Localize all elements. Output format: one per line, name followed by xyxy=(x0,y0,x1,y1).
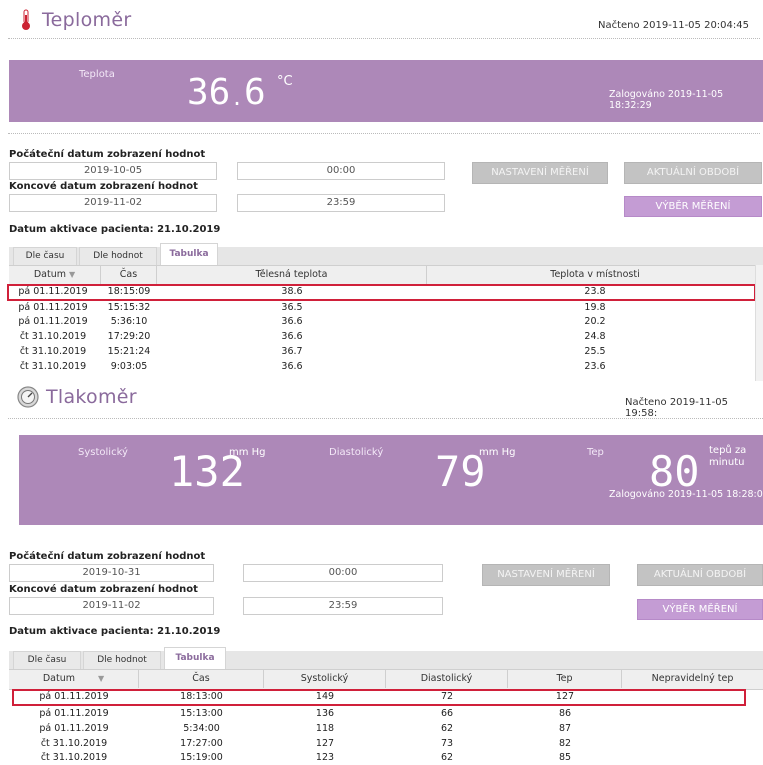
temperature-widget: Teplota 36 . 6 °C Zalogováno 2019-11-05 … xyxy=(9,60,763,122)
column-header-body-temp[interactable]: Tělesná teplota xyxy=(157,266,427,284)
row-highlight xyxy=(7,284,756,301)
end-date-label: Koncové datum zobrazení hodnot xyxy=(9,181,198,192)
thermometer-icon xyxy=(20,9,32,31)
table-row[interactable]: čt 31.10.2019 17:27:00 127 73 82 xyxy=(9,738,763,752)
end-time-field[interactable]: 23:59 xyxy=(237,194,445,212)
start-date-label: Počáteční datum zobrazení hodnot xyxy=(9,551,206,562)
table-row[interactable]: pá 01.11.2019 15:13:00 136 66 86 xyxy=(9,708,763,722)
diastolic-label: Diastolický xyxy=(329,447,384,458)
column-header-time[interactable]: Čas xyxy=(139,670,264,688)
blood-pressure-widget: Systolický 132 mm Hg Diastolický 79 mm H… xyxy=(19,435,763,525)
end-date-field[interactable]: 2019-11-02 xyxy=(9,194,217,212)
current-period-button[interactable]: AKTUÁLNÍ OBDOBÍ xyxy=(624,162,762,184)
logged-timestamp: Zalogováno 2019-11-05 18:28:0 xyxy=(609,489,763,500)
table-row[interactable]: čt 31.10.2019 15:19:00 123 62 85 xyxy=(9,752,763,765)
sort-icon: ▼ xyxy=(98,674,105,683)
divider xyxy=(8,38,760,39)
loaded-timestamp: Načteno 2019-11-05 19:58: xyxy=(625,397,728,419)
current-period-button[interactable]: AKTUÁLNÍ OBDOBÍ xyxy=(637,564,763,586)
column-header-pulse[interactable]: Tep xyxy=(508,670,622,688)
end-date-label: Koncové datum zobrazení hodnot xyxy=(9,584,198,595)
gauge-icon xyxy=(17,386,39,408)
table-row[interactable]: čt 31.10.2019 15:21:24 36.7 25.5 xyxy=(9,346,763,361)
table-row[interactable]: čt 31.10.2019 9:03:05 36.6 23.6 xyxy=(9,361,763,376)
loaded-timestamp: Načteno 2019-11-05 20:04:45 xyxy=(597,20,749,31)
tab-table[interactable]: Tabulka xyxy=(160,243,218,265)
activation-date: Datum aktivace pacienta: 21.10.2019 xyxy=(9,626,221,637)
decimal-point: . xyxy=(231,86,244,110)
column-header-date[interactable]: Datum ▼ xyxy=(9,266,101,284)
start-time-field[interactable]: 00:00 xyxy=(243,564,443,582)
temperature-unit: °C xyxy=(277,74,293,89)
column-header-irregular-pulse[interactable]: Nepravidelný tep xyxy=(622,670,763,688)
widget-label: Teplota xyxy=(79,69,115,80)
measurement-settings-button[interactable]: NASTAVENÍ MĚŘENÍ xyxy=(482,564,610,586)
column-header-room-temp[interactable]: Teplota v místnosti xyxy=(427,266,763,284)
tab-by-value[interactable]: Dle hodnot xyxy=(79,247,157,265)
table-row[interactable]: pá 01.11.2019 5:36:10 36.6 20.2 xyxy=(9,316,763,331)
scrollbar[interactable] xyxy=(755,265,763,381)
activation-date: Datum aktivace pacienta: 21.10.2019 xyxy=(9,224,221,235)
end-date-field[interactable]: 2019-11-02 xyxy=(9,597,214,615)
temperature-value-dec: 6 xyxy=(244,72,266,113)
select-measurement-button[interactable]: VÝBĚR MĚŘENÍ xyxy=(637,599,763,620)
tab-by-value[interactable]: Dle hodnot xyxy=(83,651,161,669)
start-date-label: Počáteční datum zobrazení hodnot xyxy=(9,149,206,160)
pulse-label: Tep xyxy=(587,447,604,458)
tab-table[interactable]: Tabulka xyxy=(164,647,226,669)
tab-by-time[interactable]: Dle času xyxy=(13,651,81,669)
column-header-systolic[interactable]: Systolický xyxy=(264,670,386,688)
start-date-field[interactable]: 2019-10-31 xyxy=(9,564,214,582)
select-measurement-button[interactable]: VÝBĚR MĚŘENÍ xyxy=(624,196,762,217)
column-header-diastolic[interactable]: Diastolický xyxy=(386,670,508,688)
measurement-settings-button[interactable]: NASTAVENÍ MĚŘENÍ xyxy=(472,162,608,184)
diastolic-unit: mm Hg xyxy=(479,447,516,458)
sort-icon: ▼ xyxy=(69,270,76,279)
systolic-label: Systolický xyxy=(78,447,128,458)
pulse-unit: tepů za minutu xyxy=(709,445,747,468)
logged-timestamp: Zalogováno 2019-11-05 18:32:29 xyxy=(609,89,724,111)
temperature-value-int: 36 xyxy=(187,72,231,113)
column-header-date[interactable]: Datum ▼ xyxy=(9,670,139,688)
table-header: Datum ▼ Čas Systolický Diastolický Tep N… xyxy=(9,669,763,690)
row-highlight xyxy=(12,689,746,706)
table-row[interactable]: čt 31.10.2019 17:29:20 36.6 24.8 xyxy=(9,331,763,346)
column-header-time[interactable]: Čas xyxy=(101,266,157,284)
systolic-unit: mm Hg xyxy=(229,447,266,458)
divider xyxy=(8,418,763,419)
tab-by-time[interactable]: Dle času xyxy=(13,247,77,265)
start-date-field[interactable]: 2019-10-05 xyxy=(9,162,217,180)
end-time-field[interactable]: 23:59 xyxy=(243,597,443,615)
divider xyxy=(8,133,760,134)
page-title: Teploměr xyxy=(42,9,132,31)
table-row[interactable]: pá 01.11.2019 15:15:32 36.5 19.8 xyxy=(9,302,763,317)
table-row[interactable]: pá 01.11.2019 5:34:00 118 62 87 xyxy=(9,723,763,737)
diastolic-value: 79 xyxy=(435,447,486,496)
start-time-field[interactable]: 00:00 xyxy=(237,162,445,180)
page-title: Tlakoměr xyxy=(46,386,137,408)
table-header: Datum ▼ Čas Tělesná teplota Teplota v mí… xyxy=(9,265,763,286)
